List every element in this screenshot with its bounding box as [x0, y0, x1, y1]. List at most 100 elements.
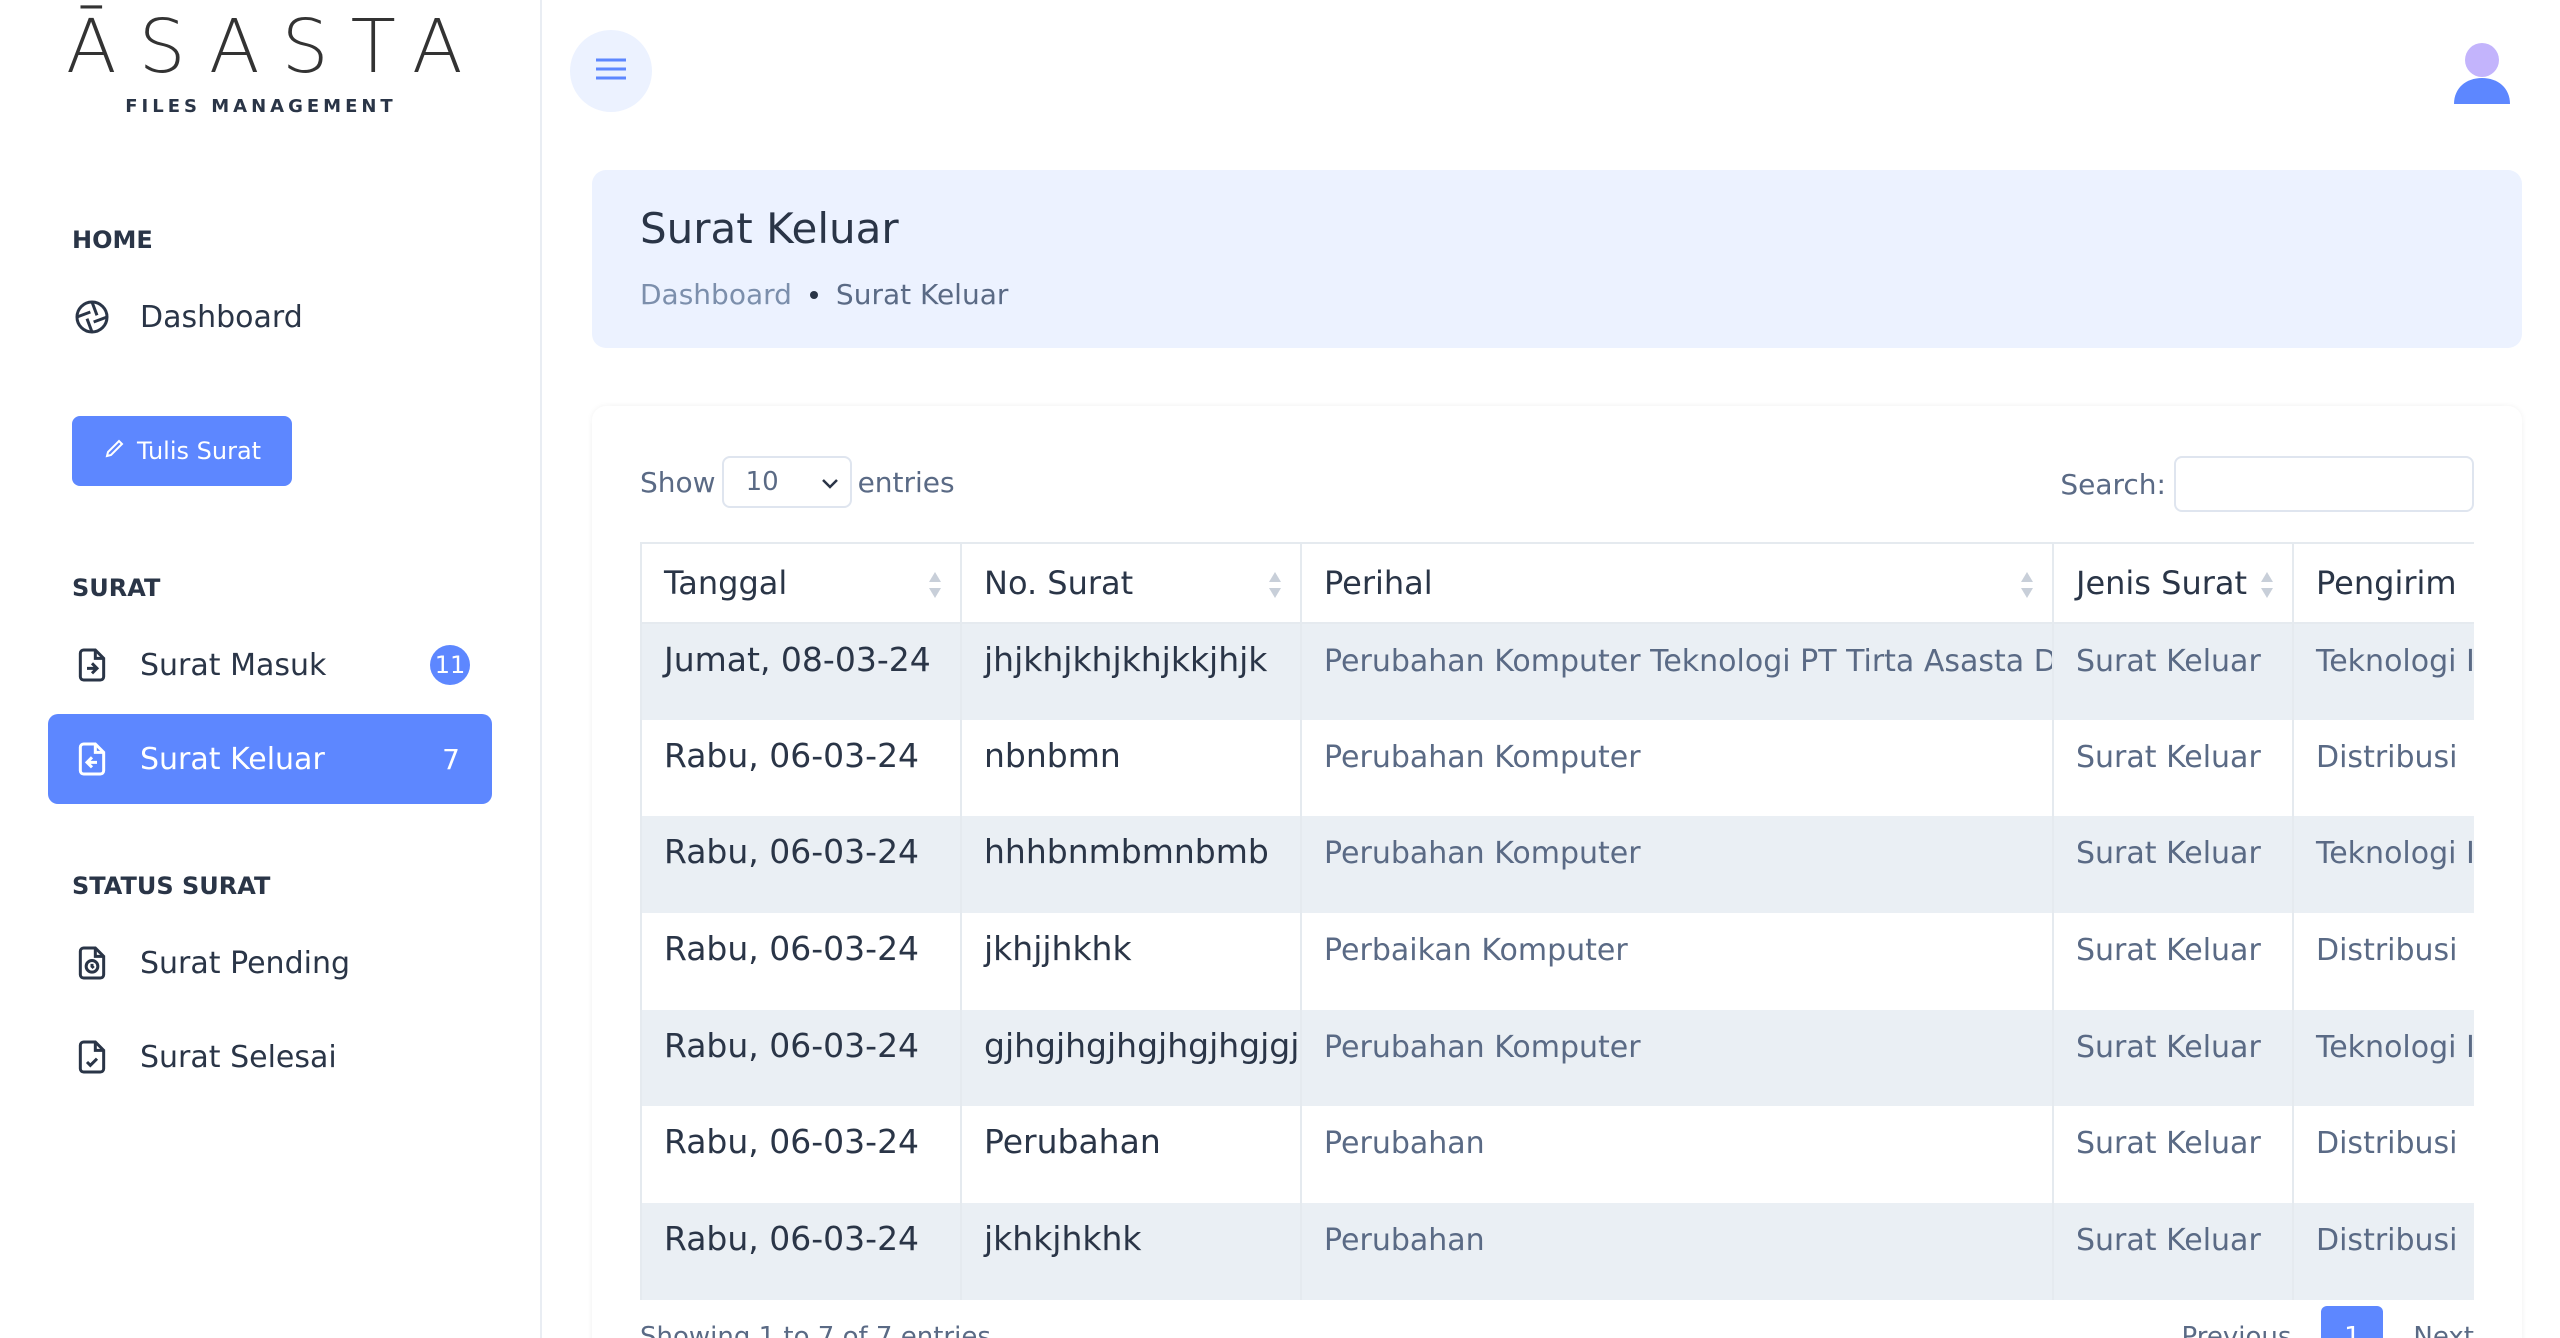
show-label: Show: [640, 465, 716, 499]
sort-icon: [929, 572, 941, 598]
count-text: 7: [442, 742, 460, 776]
table-cell: Perubahan: [1300, 1203, 2054, 1300]
file-clock-icon: [70, 941, 114, 985]
table-cell: Perubahan Komputer Teknologi PT Tirta As…: [1300, 623, 2054, 720]
table-cell: Surat Keluar: [2052, 1009, 2294, 1107]
table-row[interactable]: Rabu, 06-03-24 hhhbnmbmnbmb Perubahan Komp…: [640, 816, 2474, 914]
table-cell: Teknologi Informasi: [2292, 623, 2474, 720]
column-header-label: Pengirim: [2316, 564, 2457, 602]
table-row[interactable]: Rabu, 06-03-24 jkhjjhkhk Perbaikan Kompute…: [640, 913, 2474, 1010]
menu-toggle-button[interactable]: [570, 30, 652, 112]
table-cell: Surat Keluar: [2052, 719, 2294, 817]
sidebar-item-surat-masuk[interactable]: Surat Masuk 11: [48, 620, 492, 710]
table-cell: Perubahan: [1300, 1106, 2054, 1204]
table-card: Show 10 entries Search: Tanggal No. Sura…: [592, 406, 2522, 1338]
entries-length-control: Show 10 entries: [640, 456, 955, 508]
table-cell: Distribusi: [2292, 719, 2474, 817]
table-cell: Distribusi: [2292, 1106, 2474, 1204]
section-status-label: STATUS SURAT: [72, 872, 271, 900]
table-cell: Teknologi Informasi: [2292, 1009, 2474, 1107]
table-row[interactable]: Rabu, 06-03-24 Perubahan Perubahan Surat Ke…: [640, 1106, 2474, 1204]
table-cell: Teknologi Informasi: [2292, 816, 2474, 914]
sidebar-item-label: Surat Keluar: [140, 741, 325, 777]
sort-icon: [1269, 572, 1281, 598]
breadcrumb: Dashboard Surat Keluar: [640, 278, 1008, 311]
hamburger-icon: [594, 54, 628, 88]
table-scroll-area[interactable]: Tanggal No. Surat Perihal Jenis Surat Pe…: [640, 542, 2474, 1302]
table-info: Showing 1 to 7 of 7 entries: [640, 1322, 991, 1338]
column-header-no-surat[interactable]: No. Surat: [960, 542, 1302, 624]
section-surat-label: SURAT: [72, 574, 161, 602]
table-cell: Perubahan: [960, 1106, 1302, 1204]
column-header-label: Jenis Surat: [2076, 564, 2248, 602]
table-cell: jhjkhjkhjkhjkkjhjk: [960, 623, 1302, 720]
sidebar: ĀSASTA FILES MANAGEMENT HOME Dashboard T…: [0, 0, 542, 1338]
table-cell: Surat Keluar: [2052, 623, 2294, 720]
table-row[interactable]: Rabu, 06-03-24 nbnbmn Perubahan Komputer Su…: [640, 719, 2474, 817]
sidebar-item-surat-selesai[interactable]: Surat Selesai: [48, 1012, 492, 1102]
column-header-label: Perihal: [1324, 564, 1433, 602]
table-body: Jumat, 08-03-24 jhjkhjkhjkhjkkjhjk Perubah…: [640, 623, 2474, 1300]
brand-name: ĀSASTA: [66, 4, 485, 90]
column-header-jenis-surat[interactable]: Jenis Surat: [2052, 542, 2294, 624]
table-cell: Rabu, 06-03-24: [640, 913, 962, 1010]
table-cell: Rabu, 06-03-24: [640, 1106, 962, 1204]
breadcrumb-link-dashboard[interactable]: Dashboard: [640, 278, 792, 311]
table-cell: Perubahan Komputer: [1300, 719, 2054, 817]
table-cell: jkhkjhkhk: [960, 1203, 1302, 1300]
table-cell: Rabu, 06-03-24: [640, 719, 962, 817]
sidebar-item-surat-keluar[interactable]: Surat Keluar 7: [48, 714, 492, 804]
column-header-pengirim[interactable]: Pengirim: [2292, 542, 2474, 624]
sort-icon: [2021, 572, 2033, 598]
table-header-row: Tanggal No. Surat Perihal Jenis Surat Pe…: [640, 542, 2474, 624]
breadcrumb-separator: [809, 290, 818, 299]
file-check-icon: [70, 1035, 114, 1079]
table-cell: Distribusi: [2292, 1203, 2474, 1300]
table-cell: Surat Keluar: [2052, 816, 2294, 914]
entries-select[interactable]: 10: [721, 456, 852, 508]
table-cell: Jumat, 08-03-24: [640, 623, 962, 720]
write-letter-button[interactable]: Tulis Surat: [72, 416, 292, 486]
count-badge: 11: [430, 645, 470, 685]
aperture-icon: [70, 295, 114, 339]
table-row[interactable]: Rabu, 06-03-24 jkhkjhkhk Perubahan Surat Ke…: [640, 1203, 2474, 1300]
sort-icon: [2261, 572, 2273, 598]
table-search: Search:: [2060, 456, 2474, 512]
table-cell: hhhbnmbmnbmb: [960, 816, 1302, 914]
page-button-1[interactable]: 1: [2321, 1306, 2384, 1338]
sidebar-item-label: Surat Selesai: [140, 1039, 337, 1075]
table-cell: Perubahan Komputer: [1300, 816, 2054, 914]
next-button[interactable]: Next: [2413, 1322, 2474, 1338]
chevron-down-icon: [820, 467, 840, 497]
table-cell: Rabu, 06-03-24: [640, 816, 962, 914]
breadcrumb-current: Surat Keluar: [835, 278, 1009, 311]
search-input[interactable]: [2174, 456, 2474, 512]
sidebar-item-surat-pending[interactable]: Surat Pending: [48, 918, 492, 1008]
table-cell: Distribusi: [2292, 913, 2474, 1010]
entries-value: 10: [745, 467, 779, 497]
page-header: Surat Keluar Dashboard Surat Keluar: [592, 170, 2522, 348]
column-header-label: No. Surat: [984, 564, 1134, 602]
pencil-icon: [103, 436, 127, 466]
table-row[interactable]: Rabu, 06-03-24 gjhgjhgjhgjhgjhgjgj Perubah…: [640, 1009, 2474, 1107]
pagination: Previous 1 Next: [2182, 1306, 2474, 1338]
write-letter-label: Tulis Surat: [136, 437, 262, 465]
table-cell: gjhgjhgjhgjhgjhgjgj: [960, 1009, 1302, 1107]
user-avatar[interactable]: [2452, 40, 2512, 106]
column-header-perihal[interactable]: Perihal: [1300, 542, 2054, 624]
previous-button[interactable]: Previous: [2182, 1322, 2292, 1338]
sidebar-item-label: Surat Masuk: [140, 647, 327, 683]
brand-logo[interactable]: ĀSASTA FILES MANAGEMENT: [66, 4, 485, 117]
file-import-icon: [70, 643, 114, 687]
column-header-tanggal[interactable]: Tanggal: [640, 542, 962, 624]
table-cell: nbnbmn: [960, 719, 1302, 817]
table-row[interactable]: Jumat, 08-03-24 jhjkhjkhjkhjkkjhjk Perubah…: [640, 623, 2474, 720]
sidebar-item-dashboard[interactable]: Dashboard: [48, 272, 492, 362]
table-cell: Rabu, 06-03-24: [640, 1009, 962, 1107]
table-cell: Perbaikan Komputer: [1300, 913, 2054, 1010]
sidebar-item-label: Dashboard: [140, 299, 303, 335]
table-cell: Surat Keluar: [2052, 913, 2294, 1010]
table-cell: jkhjjhkhk: [960, 913, 1302, 1010]
table-cell: Surat Keluar: [2052, 1203, 2294, 1300]
brand-tagline: FILES MANAGEMENT: [125, 96, 397, 117]
